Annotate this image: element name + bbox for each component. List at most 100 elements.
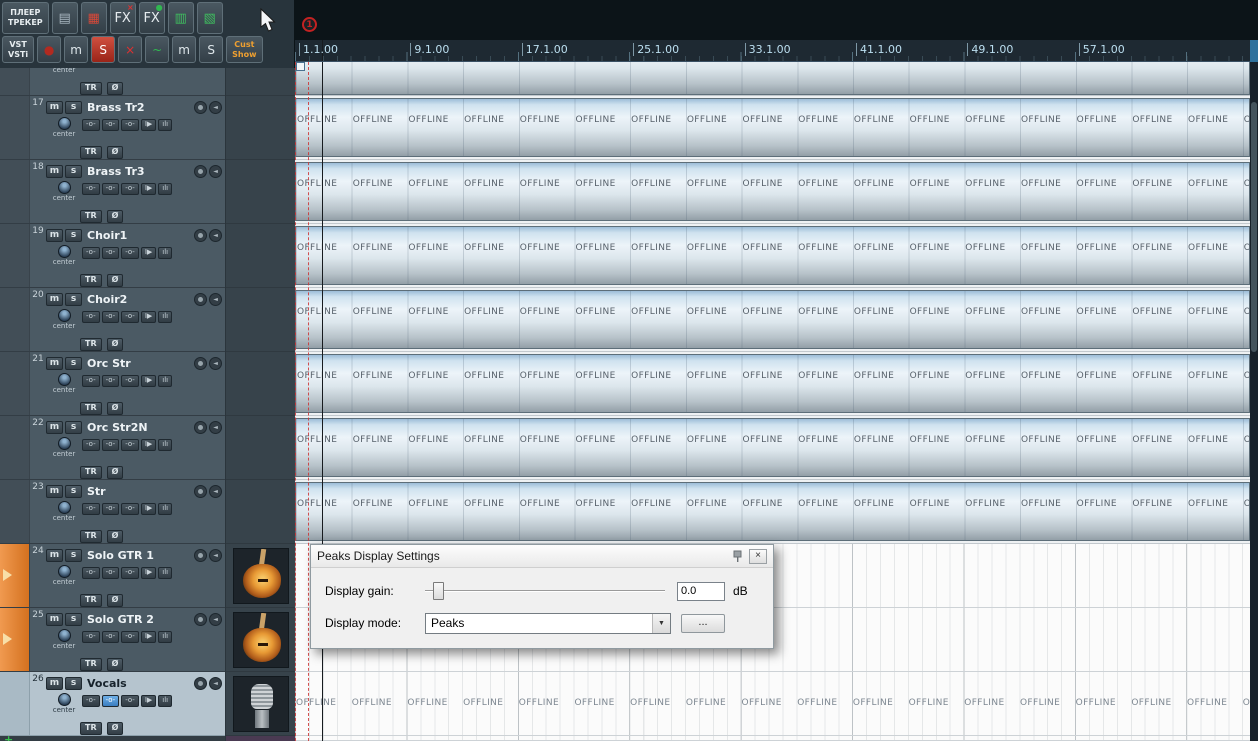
route-button-3[interactable]: -o- <box>121 439 139 451</box>
pin-icon[interactable] <box>729 548 745 564</box>
track-name[interactable]: Brass Tr2 <box>87 101 192 114</box>
phase-button[interactable]: Ø <box>106 722 124 735</box>
track-solo-button[interactable]: s <box>65 101 82 114</box>
phase-button[interactable]: Ø <box>106 466 124 479</box>
tr-button[interactable]: TR <box>80 594 102 607</box>
track-mute-button[interactable]: m <box>46 485 63 498</box>
mute-2-button[interactable]: m <box>172 36 197 63</box>
route-button-1[interactable]: -o- <box>82 375 100 387</box>
cust-show-toggle[interactable]: Cust Show <box>226 36 263 63</box>
fx-bypass-button[interactable]: FX × <box>109 2 136 34</box>
track-gutter[interactable] <box>0 480 30 543</box>
track-name[interactable]: Choir1 <box>87 229 192 242</box>
fx-visible-button[interactable]: FX ● <box>138 2 165 34</box>
track-name[interactable]: Solo GTR 1 <box>87 549 192 562</box>
phase-button[interactable]: Ø <box>106 274 124 287</box>
routing-matrix-button[interactable]: ▥ <box>167 2 194 34</box>
phase-button[interactable]: Ø <box>106 594 124 607</box>
track-row[interactable]: ms◄center-o--o--o-I▶ılıTRØ <box>0 68 225 96</box>
track-gutter[interactable] <box>0 68 30 95</box>
solo-all-button[interactable]: S <box>91 36 116 63</box>
slider-thumb[interactable] <box>433 582 444 600</box>
route-button-1[interactable]: -o- <box>82 119 100 131</box>
tr-button[interactable]: TR <box>80 210 102 223</box>
track-mute-button[interactable]: m <box>46 229 63 242</box>
track-name[interactable]: Orc Str2N <box>87 421 192 434</box>
tr-button[interactable]: TR <box>80 82 102 95</box>
solo-2-button[interactable]: S <box>199 36 224 63</box>
route-button-1[interactable]: -o- <box>82 311 100 323</box>
route-button-3[interactable]: -o- <box>121 183 139 195</box>
track-name[interactable]: Str <box>87 485 192 498</box>
track-row[interactable]: 24 m s Solo GTR 1 ◄ center -o- -o- -o- I▶ ılı TR Ø <box>0 544 225 608</box>
route-button-1[interactable]: -o- <box>82 183 100 195</box>
record-arm-button[interactable] <box>194 549 207 562</box>
display-gain-slider[interactable] <box>425 581 665 601</box>
tr-button[interactable]: TR <box>80 530 102 543</box>
route-button-2[interactable]: -o- <box>101 311 120 323</box>
display-mode-select[interactable]: Peaks ▼ <box>425 612 671 634</box>
track-mute-button[interactable]: m <box>46 677 63 690</box>
route-button-3[interactable]: -o- <box>121 503 139 515</box>
track-mute-button[interactable]: m <box>46 613 63 626</box>
envelope-button[interactable]: I▶ <box>140 631 157 643</box>
tr-button[interactable]: TR <box>80 338 102 351</box>
meter-button[interactable]: ılı <box>158 247 173 259</box>
tr-button[interactable]: TR <box>80 466 102 479</box>
monitor-icon[interactable]: ◄ <box>209 613 222 626</box>
track-mute-button[interactable]: m <box>46 421 63 434</box>
phase-button[interactable]: Ø <box>106 146 124 159</box>
monitor-icon[interactable]: ◄ <box>209 549 222 562</box>
track-lane[interactable]: OFFLINE OFFLINE OFFLINE OFFLINE OFFLINE OFFLI… <box>295 416 1250 480</box>
track-solo-button[interactable]: s <box>65 229 82 242</box>
route-button-3[interactable]: -o- <box>121 631 139 643</box>
track-gutter[interactable] <box>0 96 30 159</box>
player-tracker-toggle[interactable]: ПЛЕЕР ТРЕКЕР <box>2 2 49 34</box>
track-solo-button[interactable]: s <box>65 357 82 370</box>
monitor-icon[interactable]: ◄ <box>209 229 222 242</box>
route-button-3[interactable]: -o- <box>121 311 139 323</box>
monitor-icon[interactable]: ◄ <box>209 421 222 434</box>
close-icon[interactable]: × <box>749 548 767 564</box>
track-solo-button[interactable]: s <box>65 549 82 562</box>
monitor-icon[interactable]: ◄ <box>209 101 222 114</box>
offline-media-item[interactable]: OFFLINEOFFLINEOFFLINEOFFLINEOFFLINEOFFLI… <box>295 482 1250 541</box>
monitor-icon[interactable]: ◄ <box>209 293 222 306</box>
route-button-1[interactable]: -o- <box>82 567 100 579</box>
track-gutter[interactable] <box>0 608 30 671</box>
offline-media-item[interactable]: OFFLINEOFFLINEOFFLINEOFFLINEOFFLINEOFFLI… <box>295 290 1250 349</box>
record-arm-button[interactable] <box>194 357 207 370</box>
route-button-3[interactable]: -o- <box>121 375 139 387</box>
vst-vsti-toggle[interactable]: VST VSTi <box>2 36 35 63</box>
track-mute-button[interactable]: m <box>46 357 63 370</box>
offline-track-lane[interactable]: OFFLINE OFFLINE OFFLINE OFFLINE OFFLINE OFFLI… <box>295 672 1250 736</box>
offline-media-item[interactable]: OFFLINEOFFLINEOFFLINEOFFLINEOFFLINEOFFLI… <box>295 226 1250 285</box>
meter-button[interactable]: ılı <box>158 567 173 579</box>
phase-button[interactable]: Ø <box>106 338 124 351</box>
phase-button[interactable]: Ø <box>106 530 124 543</box>
meter-button[interactable]: ılı <box>158 695 173 707</box>
pan-knob[interactable] <box>57 629 71 642</box>
chevron-down-icon[interactable]: ▼ <box>652 613 670 633</box>
route-button-1[interactable]: -o- <box>82 695 100 707</box>
track-gutter[interactable] <box>0 288 30 351</box>
route-button-1[interactable]: -o- <box>82 439 100 451</box>
monitor-icon[interactable]: ◄ <box>209 357 222 370</box>
track-name[interactable]: Orc Str <box>87 357 192 370</box>
route-button-1[interactable]: -o- <box>82 247 100 259</box>
record-arm-button[interactable] <box>194 229 207 242</box>
remove-fx-button[interactable]: × <box>118 36 143 63</box>
envelope-button[interactable]: I▶ <box>140 183 157 195</box>
media-docker-button[interactable]: ▤ <box>51 2 78 34</box>
record-arm-button[interactable] <box>194 293 207 306</box>
offline-media-item[interactable]: OFFLINEOFFLINEOFFLINEOFFLINEOFFLINEOFFLI… <box>295 418 1250 477</box>
pan-knob[interactable] <box>57 373 71 386</box>
track-row[interactable]: 25 m s Solo GTR 2 ◄ center -o- -o- -o- I▶ ılı TR Ø <box>0 608 225 672</box>
offline-media-item[interactable]: OFFLINEOFFLINEOFFLINEOFFLINEOFFLINEOFFLI… <box>295 62 1250 95</box>
track-mute-button[interactable]: m <box>46 549 63 562</box>
meter-button[interactable]: ılı <box>158 375 173 387</box>
envelope-button[interactable]: I▶ <box>140 503 157 515</box>
track-gutter[interactable] <box>0 544 30 607</box>
phase-button[interactable]: Ø <box>106 402 124 415</box>
track-gutter[interactable] <box>0 672 30 735</box>
